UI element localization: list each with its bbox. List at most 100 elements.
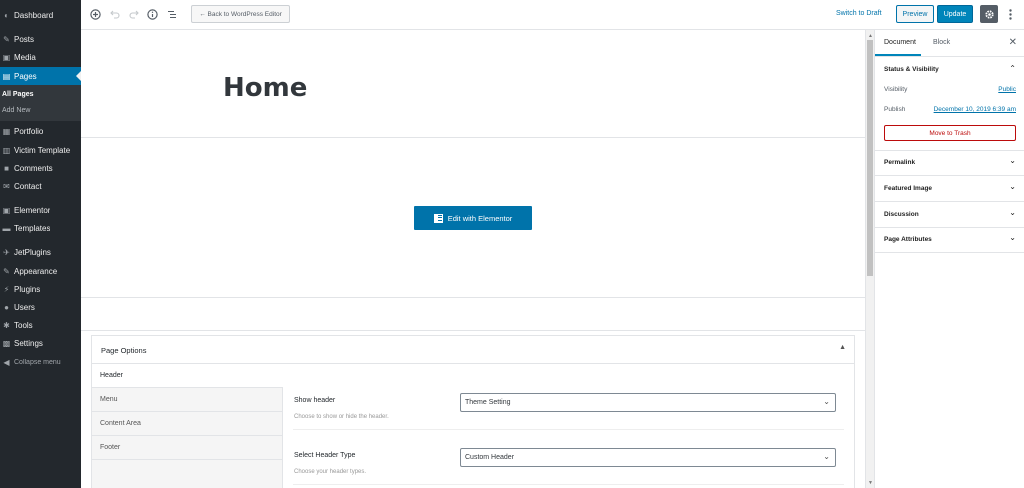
menu-item-label: Pages [14,71,37,81]
collapse-menu-label: Collapse menu [14,358,61,366]
menu-item-label: Tools [14,320,33,330]
redo-icon[interactable] [127,8,140,21]
show-header-select[interactable]: Theme Setting ⌄ [460,393,836,412]
menu-item-appearance[interactable]: ✎ Appearance [0,262,81,280]
chevron-down-icon: ⌄ [823,397,830,406]
menu-item-contact[interactable]: ✉ Contact [0,177,81,195]
divider [81,297,865,298]
select-value: Custom Header [465,454,515,461]
gear-icon [984,9,994,19]
menu-item-jetplugins[interactable]: ✈ JetPlugins [0,243,81,261]
menu-item-victim-template[interactable]: ▥ Victim Template [0,141,81,159]
edit-with-elementor-label: Edit with Elementor [447,213,513,223]
menu-item-label: Dashboard [14,10,54,20]
menu-item-media[interactable]: ▣ Media [0,48,81,66]
menu-item-comments[interactable]: ■ Comments [0,159,81,177]
chevron-up-icon[interactable]: ⌃ [1009,64,1016,73]
comments-icon: ■ [4,163,9,173]
menu-item-plugins[interactable]: ⚡ Plugins [0,280,81,298]
divider [875,175,1024,176]
switch-to-draft-button[interactable]: Switch to Draft [836,10,882,17]
menu-item-label: Settings [14,338,43,348]
settings-toggle-button[interactable] [980,5,998,23]
update-button[interactable]: Update [937,5,973,23]
menu-item-label: Victim Template [14,145,71,155]
tab-header[interactable]: Header [92,364,283,388]
menu-item-label: Portfolio [14,126,44,136]
status-visibility-panel-title[interactable]: Status & Visibility [884,66,939,73]
tab-document[interactable]: Document [884,39,916,46]
menu-item-tools[interactable]: ✱ Tools [0,316,81,334]
pages-submenu: All Pages Add New [0,85,81,121]
panel-discussion[interactable]: Discussion [884,211,919,218]
settings-icon: ▩ [2,338,11,348]
chevron-down-icon[interactable]: ⌄ [1009,182,1016,191]
submenu-all-pages[interactable]: All Pages [2,91,34,98]
block-navigation-icon[interactable] [165,8,178,21]
more-vertical-icon [1008,8,1012,20]
tab-content-area[interactable]: Content Area [92,412,283,436]
collapse-arrow-icon[interactable]: ▲ [839,344,846,351]
scrollbar-thumb[interactable] [867,40,873,276]
header-type-select[interactable]: Custom Header ⌄ [460,448,836,467]
menu-item-pages[interactable]: ▤ Pages [0,67,81,85]
menu-item-settings[interactable]: ▩ Settings [0,334,81,352]
collapse-menu-button[interactable]: ◀ Collapse menu [0,353,81,371]
menu-item-label: Appearance [14,266,58,276]
select-value: Theme Setting [465,399,511,406]
divider [875,201,1024,202]
divider [875,227,1024,228]
move-to-trash-button[interactable]: Move to Trash [884,125,1016,141]
edit-with-elementor-button[interactable]: Edit with Elementor [414,206,532,230]
sidebar-tabs: Document Block ✕ [875,30,1024,57]
menu-item-elementor[interactable]: ▣ Elementor [0,201,81,219]
tab-block[interactable]: Block [933,39,950,46]
scroll-up-icon[interactable]: ▲ [868,33,873,39]
chevron-down-icon[interactable]: ⌄ [1009,156,1016,165]
panel-featured-image[interactable]: Featured Image [884,185,932,192]
close-icon[interactable]: ✕ [1009,37,1017,48]
submenu-add-new[interactable]: Add New [2,107,30,114]
menu-item-templates[interactable]: ▬ Templates [0,219,81,237]
option-row-show-header: Show header Choose to show or hide the h… [293,376,844,430]
visibility-label: Visibility [884,86,908,93]
post-title[interactable]: Home [223,73,307,103]
publish-date-link[interactable]: December 10, 2019 6:39 am [934,106,1016,113]
elementor-icon: ▣ [2,205,11,215]
user-icon: ● [4,302,9,312]
back-to-wordpress-editor-button[interactable]: ← Back to WordPress Editor [191,5,290,23]
settings-sidebar: Document Block ✕ Status & Visibility ⌃ V… [874,30,1024,488]
chevron-down-icon[interactable]: ⌄ [1009,208,1016,217]
menu-item-dashboard[interactable]: ◐ Dashboard [0,6,81,24]
preview-button[interactable]: Preview [896,5,934,23]
brush-icon: ✎ [3,266,10,276]
panel-permalink[interactable]: Permalink [884,159,915,166]
menu-item-label: Templates [14,223,51,233]
chevron-down-icon: ⌄ [823,452,830,461]
panel-page-attributes[interactable]: Page Attributes [884,236,932,243]
visibility-value-link[interactable]: Public [998,86,1016,93]
menu-item-label: Users [14,302,35,312]
dashboard-icon: ◐ [4,10,9,20]
info-icon[interactable] [146,8,159,21]
tab-footer[interactable]: Footer [92,436,283,460]
scroll-down-icon[interactable]: ▼ [868,480,873,486]
divider [81,330,865,331]
jetplugins-icon: ✈ [3,247,10,257]
editor-toolbar: ← Back to WordPress Editor Switch to Dra… [81,0,1024,30]
more-options-button[interactable] [1005,7,1015,21]
tab-menu[interactable]: Menu [92,388,283,412]
add-block-icon[interactable] [89,8,102,21]
portfolio-icon: ▦ [2,126,11,136]
divider [875,252,1024,253]
menu-item-portfolio[interactable]: ▦ Portfolio [0,122,81,140]
undo-icon[interactable] [108,8,121,21]
menu-item-posts[interactable]: ✎ Posts [0,30,81,48]
page-options-header[interactable]: Page Options ▲ [92,336,854,364]
divider [81,137,865,138]
chevron-down-icon[interactable]: ⌄ [1009,233,1016,242]
divider [875,150,1024,151]
admin-menu: ◐ Dashboard ✎ Posts ▣ Media ▤ Pages All Page… [0,0,81,488]
content-scrollbar[interactable]: ▲ ▼ [865,30,874,488]
menu-item-users[interactable]: ● Users [0,298,81,316]
